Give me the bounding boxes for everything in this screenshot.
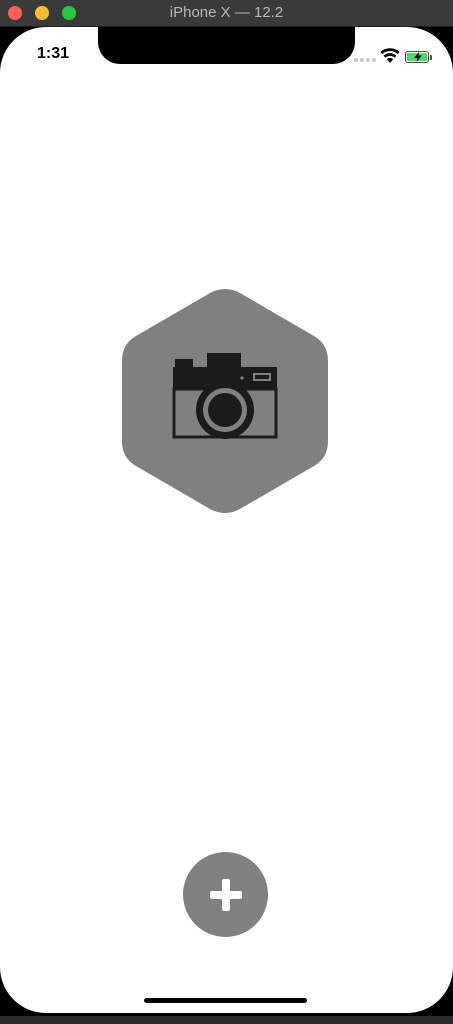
device-frame: 1:31 <box>0 27 453 1016</box>
status-time: 1:31 <box>37 45 70 62</box>
window-title: iPhone X — 12.2 <box>169 4 284 21</box>
battery-cap <box>430 55 432 60</box>
charging-bolt-icon <box>414 52 422 62</box>
battery-icon <box>405 51 429 63</box>
notch <box>98 27 355 64</box>
cellular-signal-icon <box>354 58 376 62</box>
home-indicator[interactable] <box>144 998 307 1003</box>
plus-icon <box>209 878 242 911</box>
device-screen: 1:31 <box>0 27 453 1013</box>
simulator-window: iPhone X — 12.2 1:31 <box>0 0 453 1024</box>
wifi-icon <box>380 48 400 63</box>
camera-hexagon-button[interactable] <box>122 286 328 516</box>
title-bar: iPhone X — 12.2 <box>0 0 453 27</box>
add-button[interactable] <box>183 852 268 937</box>
camera-icon <box>172 353 278 439</box>
battery-level <box>407 52 427 62</box>
